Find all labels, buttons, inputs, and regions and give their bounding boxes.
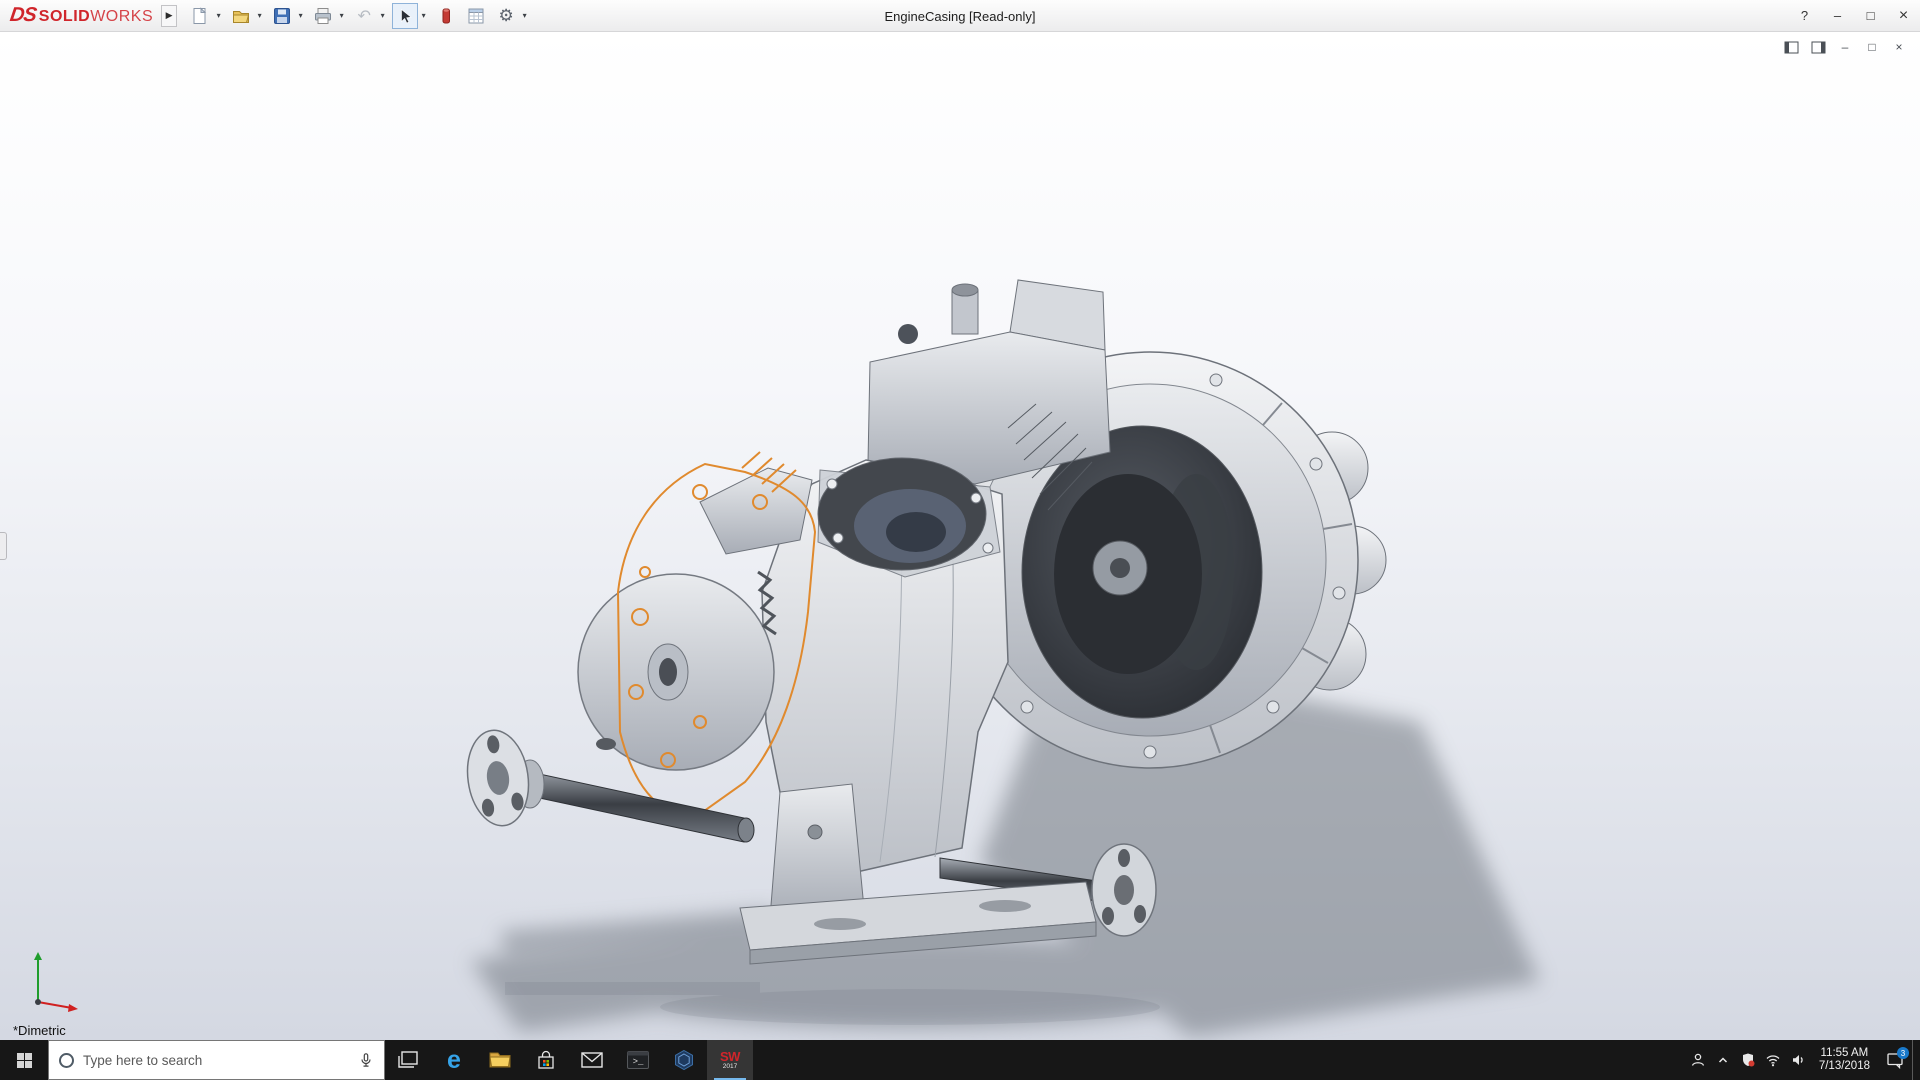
solidworks-logo: DS SOLID WORKS	[8, 4, 154, 27]
sw-icon-text: SW	[720, 1049, 740, 1064]
taskbar-search[interactable]	[48, 1040, 385, 1080]
menu-flyout-button[interactable]: ▶	[161, 4, 178, 27]
people-tray-button[interactable]	[1686, 1040, 1711, 1080]
task-view-icon	[398, 1051, 418, 1068]
security-shield-icon	[1743, 1053, 1755, 1067]
taskbar-store-button[interactable]	[523, 1040, 569, 1080]
start-button[interactable]	[0, 1040, 48, 1080]
close-button[interactable]: ×	[1887, 0, 1920, 32]
doc-restore-button[interactable]: □	[1863, 38, 1881, 56]
view-orientation-label: *Dimetric	[13, 1023, 66, 1038]
quick-access-toolbar: ▾ ▾ ▾ ▾ ↶ ▾ ▾ ⚙ ▾	[187, 2, 533, 29]
action-center-button[interactable]: 3	[1878, 1040, 1912, 1080]
help-button[interactable]: ?	[1788, 0, 1821, 32]
new-document-dropdown[interactable]: ▾	[213, 3, 224, 29]
restore-button[interactable]: □	[1854, 0, 1887, 32]
print-dropdown[interactable]: ▾	[336, 3, 347, 29]
xpress-products-icon	[442, 8, 451, 23]
graphics-viewport[interactable]: – □ × *Dimetric	[0, 32, 1920, 1040]
new-document-icon	[193, 6, 207, 24]
print-button[interactable]	[310, 3, 336, 29]
app-titlebar: DS SOLID WORKS ▶ ▾ ▾ ▾ ▾ ↶ ▾ ▾ ⚙ ▾ Engin…	[0, 0, 1920, 32]
edge-icon: e	[447, 1045, 461, 1074]
doc-minimize-button[interactable]: –	[1836, 38, 1854, 56]
wifi-icon	[1766, 1055, 1780, 1067]
security-tray-button[interactable]	[1736, 1040, 1761, 1080]
taskbar-file-explorer-button[interactable]	[477, 1040, 523, 1080]
left-panel-collapsed-tab[interactable]	[0, 532, 7, 560]
notification-badge: 3	[1897, 1047, 1909, 1059]
select-tool-button[interactable]	[392, 2, 419, 29]
screen: DS SOLID WORKS ▶ ▾ ▾ ▾ ▾ ↶ ▾ ▾ ⚙ ▾ Engin…	[0, 0, 1920, 1080]
volume-tray-button[interactable]	[1786, 1040, 1811, 1080]
logo-text-works: WORKS	[90, 8, 154, 25]
document-title: EngineCasing [Read-only]	[884, 8, 1036, 24]
task-view-button[interactable]	[385, 1040, 431, 1080]
xpress-products-button[interactable]	[433, 3, 459, 29]
window-controls: ? – □ ×	[1788, 0, 1920, 32]
document-window-controls: – □ ×	[1782, 38, 1908, 56]
store-icon	[538, 1050, 554, 1069]
chevron-up-icon	[1719, 1057, 1728, 1063]
undo-dropdown[interactable]: ▾	[377, 3, 388, 29]
doc-close-button[interactable]: ×	[1890, 38, 1908, 56]
cortana-icon	[59, 1052, 74, 1068]
mail-icon	[581, 1052, 603, 1068]
orientation-triad	[34, 952, 78, 1012]
options-button[interactable]: ⚙	[493, 3, 519, 29]
pane-right-icon	[1811, 41, 1825, 53]
hidden-icons-button[interactable]	[1711, 1040, 1736, 1080]
open-dropdown[interactable]: ▾	[254, 3, 265, 29]
show-desktop-button[interactable]	[1912, 1040, 1920, 1080]
windows-taskbar: e	[0, 1040, 1920, 1080]
save-button[interactable]	[269, 3, 295, 29]
save-dropdown[interactable]: ▾	[295, 3, 306, 29]
hexagon-app-icon	[675, 1049, 693, 1071]
save-floppy-icon	[274, 7, 291, 24]
taskbar-solidworks-button[interactable]: SW 2017	[707, 1040, 753, 1080]
taskbar-hexagon-app-button[interactable]	[661, 1040, 707, 1080]
select-cursor-icon	[401, 8, 412, 23]
terminal-prompt-glyph: >_	[632, 1057, 644, 1067]
pane-right-toggle[interactable]	[1809, 38, 1827, 56]
open-folder-icon	[233, 10, 250, 23]
pane-left-toggle[interactable]	[1782, 38, 1800, 56]
sw-icon-year: 2017	[722, 1063, 738, 1070]
print-icon	[315, 7, 332, 24]
speaker-icon	[1793, 1055, 1804, 1065]
undo-icon: ↶	[357, 7, 371, 25]
ds-logo-icon: DS	[8, 4, 38, 26]
new-document-button[interactable]	[187, 3, 213, 29]
person-icon	[1692, 1053, 1705, 1066]
flyout-arrow-icon: ▶	[165, 10, 173, 20]
pane-left-icon	[1784, 41, 1798, 53]
open-button[interactable]	[228, 3, 254, 29]
clock-date: 7/13/2018	[1818, 1060, 1870, 1072]
options-dropdown[interactable]: ▾	[519, 3, 530, 29]
system-tray: 11:55 AM 7/13/2018 3	[1686, 1040, 1920, 1080]
taskbar-terminal-button[interactable]: >_	[615, 1040, 661, 1080]
file-properties-button[interactable]	[463, 3, 489, 29]
solidworks-app-icon: SW 2017	[716, 1046, 744, 1074]
taskbar-mail-button[interactable]	[569, 1040, 615, 1080]
clock-time: 11:55 AM	[1820, 1047, 1869, 1059]
taskbar-clock[interactable]: 11:55 AM 7/13/2018	[1811, 1040, 1878, 1080]
engine-casing-model[interactable]	[0, 32, 1920, 1040]
gear-icon: ⚙	[498, 5, 514, 25]
search-input[interactable]	[83, 1052, 349, 1068]
select-tool-dropdown[interactable]: ▾	[418, 3, 429, 29]
microphone-icon[interactable]	[358, 1052, 374, 1068]
minimize-button[interactable]: –	[1821, 0, 1854, 32]
file-explorer-icon	[489, 1052, 511, 1068]
logo-text-solid: SOLID	[38, 8, 91, 25]
properties-sheet-icon	[468, 8, 484, 23]
taskbar-edge-button[interactable]: e	[431, 1040, 477, 1080]
windows-logo-icon	[16, 1052, 32, 1068]
network-tray-button[interactable]	[1761, 1040, 1786, 1080]
undo-button[interactable]: ↶	[351, 3, 377, 29]
